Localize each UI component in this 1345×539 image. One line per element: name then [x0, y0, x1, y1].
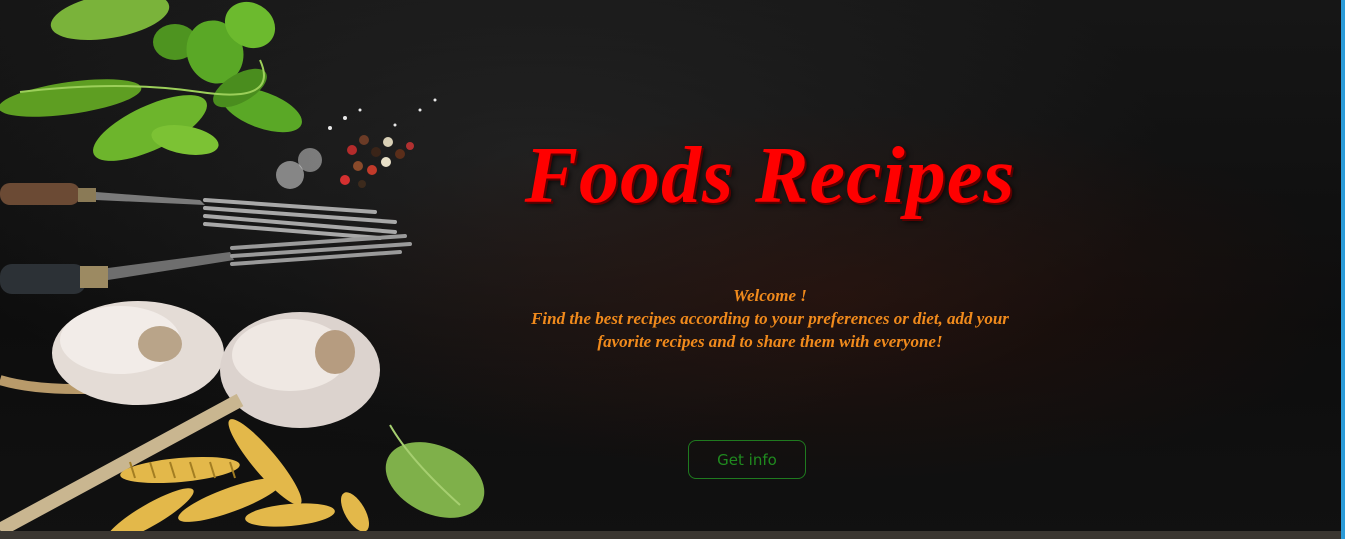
welcome-message: Welcome ! Find the best recipes accordin…	[470, 284, 1070, 353]
hero-section: Foods Recipes Welcome ! Find the best re…	[0, 0, 1345, 539]
welcome-heading: Welcome !	[733, 286, 807, 305]
bottom-image-strip	[0, 531, 1341, 539]
scrollbar[interactable]	[1341, 0, 1345, 539]
welcome-description-line2: favorite recipes and to share them with …	[597, 332, 943, 351]
welcome-description-line1: Find the best recipes according to your …	[531, 309, 1009, 328]
page-title: Foods Recipes	[524, 132, 1016, 220]
food-background-image	[0, 0, 485, 539]
get-info-button[interactable]: Get info	[688, 440, 806, 479]
